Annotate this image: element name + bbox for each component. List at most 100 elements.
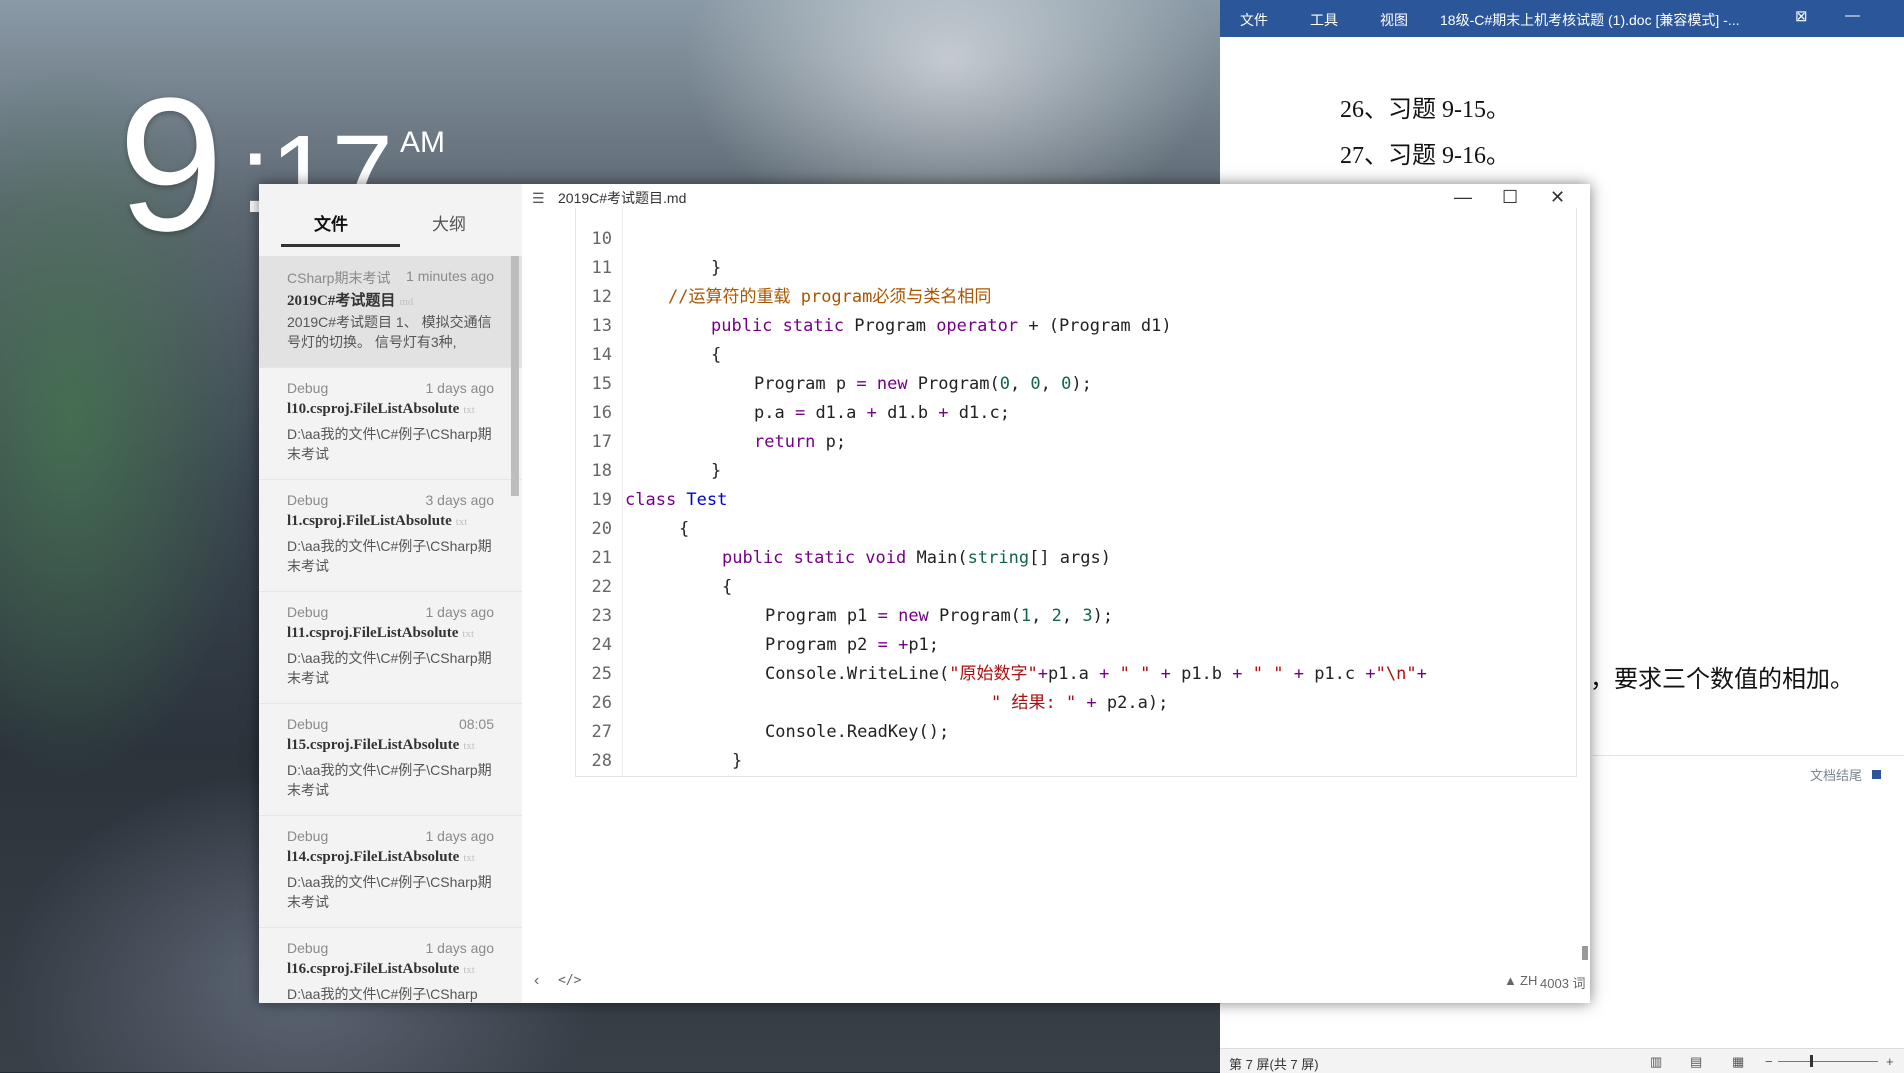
file-list-item[interactable]: Debug 1 days ago l16.csproj.FileListAbso… xyxy=(259,928,522,1003)
code-line: 20 public static void Main(string[] args… xyxy=(576,486,1111,568)
code-block[interactable]: 10 } 11 //运算符的重载 program必须与类名相同 12 publi… xyxy=(575,208,1577,777)
word-end-marker xyxy=(1872,770,1881,779)
read-view-icon[interactable]: ▥ xyxy=(1650,1054,1662,1070)
file-list-item[interactable]: Debug 08:05 l15.csproj.FileListAbsolute t… xyxy=(259,704,522,816)
editor-statusbar: ‹ </> ▲ ZH 4003 词 xyxy=(522,966,1590,996)
file-folder: Debug xyxy=(287,716,329,732)
file-list-item[interactable]: CSharp期末考试 1 minutes ago 2019C#考试题目 md 20… xyxy=(259,256,522,368)
word-window-title: 18级-C#期末上机考核试题 (1).doc [兼容模式] -... xyxy=(1440,12,1740,28)
page-view-icon[interactable]: ▤ xyxy=(1690,1054,1702,1070)
code-line: 17 } xyxy=(576,399,722,481)
file-time: 1 days ago xyxy=(425,940,495,956)
maximize-button[interactable]: ☐ xyxy=(1502,187,1518,208)
file-folder: Debug xyxy=(287,380,329,396)
file-name-text: l14.csproj.FileListAbsolute xyxy=(287,849,460,865)
file-time: 1 minutes ago xyxy=(406,268,494,284)
file-folder: Debug xyxy=(287,828,329,844)
word-tab-view[interactable]: 视图 xyxy=(1380,10,1408,30)
file-time: 1 days ago xyxy=(425,604,495,620)
file-name: l10.csproj.FileListAbsolute txt xyxy=(287,401,475,418)
zoom-out-icon[interactable]: − xyxy=(1765,1054,1773,1069)
word-statusbar: 第 7 屏(共 7 屏) ▥ ▤ ▦ − + xyxy=(1220,1048,1904,1073)
code-line: 10 } xyxy=(576,208,722,278)
code-line: 18 class Test xyxy=(576,428,728,510)
file-time: 08:05 xyxy=(458,716,494,732)
file-name-text: l16.csproj.FileListAbsolute xyxy=(287,961,460,977)
word-line-27: 27、习题 9-16。 xyxy=(1340,143,1510,169)
word-page-indicator: 第 7 屏(共 7 屏) xyxy=(1229,1057,1319,1072)
file-folder: CSharp期末考试 xyxy=(287,270,391,286)
minimize-icon[interactable]: — xyxy=(1845,7,1860,24)
file-list-item[interactable]: Debug 1 days ago l14.csproj.FileListAbso… xyxy=(259,816,522,928)
file-time: 1 days ago xyxy=(425,380,495,396)
menu-icon[interactable]: ☰ xyxy=(532,190,548,207)
code-line: 25 " 结果: " + p2.a); xyxy=(576,631,1169,713)
word-tab-tools[interactable]: 工具 xyxy=(1310,10,1338,30)
file-name: l14.csproj.FileListAbsolute txt xyxy=(287,849,475,866)
code-text: p.a = d1.a + d1.b + d1.c; xyxy=(754,403,1010,423)
file-name-text: l1.csproj.FileListAbsolute xyxy=(287,513,452,529)
tab-outline[interactable]: 大纲 xyxy=(432,210,466,235)
file-name: l15.csproj.FileListAbsolute txt xyxy=(287,737,475,754)
code-text: public static Program operator + (Progra… xyxy=(711,316,1172,336)
code-text: Console.ReadKey(); xyxy=(765,722,950,742)
file-ext: txt xyxy=(463,964,475,976)
code-text: { xyxy=(679,519,690,539)
file-excerpt: D:\aa我的文件\C#例子\CSharp期末考试 xyxy=(287,426,492,462)
file-ext: txt xyxy=(463,740,475,752)
warning-icon[interactable]: ▲ xyxy=(1504,973,1517,988)
code-text: return p; xyxy=(754,432,847,452)
web-view-icon[interactable]: ▦ xyxy=(1732,1054,1744,1070)
close-button[interactable]: ✕ xyxy=(1550,187,1565,208)
code-text: Program p2 = +p1; xyxy=(765,635,940,655)
word-tab-file[interactable]: 文件 xyxy=(1240,10,1268,30)
file-name-text: 2019C#考试题目 xyxy=(287,293,396,309)
file-ext: txt xyxy=(463,852,475,864)
file-list: CSharp期末考试 1 minutes ago 2019C#考试题目 md 20… xyxy=(259,256,522,1003)
restore-icon[interactable]: ⊠ xyxy=(1795,7,1808,25)
word-ribbon: 文件 工具 视图 18级-C#期末上机考核试题 (1).doc [兼容模式] -… xyxy=(1220,0,1904,37)
code-text: } xyxy=(732,751,743,771)
code-line: 29 } xyxy=(576,747,658,776)
minimize-button[interactable]: — xyxy=(1454,187,1472,208)
sidebar-scrollbar[interactable] xyxy=(511,256,519,496)
file-excerpt: D:\aa我的文件\C#例子\CSharp期末考试 xyxy=(287,874,492,910)
zoom-slider-track[interactable] xyxy=(1778,1061,1878,1062)
language-indicator[interactable]: ZH xyxy=(1520,973,1537,988)
zoom-slider-knob[interactable] xyxy=(1810,1055,1813,1067)
file-list-item[interactable]: Debug 1 days ago l11.csproj.FileListAbso… xyxy=(259,592,522,704)
file-ext: md xyxy=(399,296,414,308)
source-mode-button[interactable]: </> xyxy=(558,973,581,988)
file-name: l11.csproj.FileListAbsolute txt xyxy=(287,625,474,642)
file-ext: txt xyxy=(455,516,468,528)
word-line-partial: ，要求三个数值的相加。 xyxy=(1590,667,1854,693)
file-name: l16.csproj.FileListAbsolute txt xyxy=(287,961,475,978)
code-text: { xyxy=(722,577,733,597)
code-text: Program p1 = new Program(1, 2, 3); xyxy=(765,606,1114,626)
clock-ampm: AM xyxy=(400,126,445,159)
code-text: Console.WriteLine("原始数字"+p1.a + " " + p1… xyxy=(765,664,1427,684)
file-excerpt: D:\aa我的文件\C#例子\CSharp期末考试 xyxy=(287,762,492,798)
code-text: { xyxy=(711,345,722,365)
word-count[interactable]: 4003 词 xyxy=(1540,973,1586,992)
file-excerpt: 2019C#考试题目 1、 模拟交通信号灯的切换。 信号灯有3种, xyxy=(287,314,492,350)
code-line: 27 } xyxy=(576,689,743,771)
file-list-item[interactable]: Debug 3 days ago l1.csproj.FileListAbsol… xyxy=(259,480,522,592)
code-line: 22 Program p1 = new Program(1, 2, 3); xyxy=(576,544,1114,626)
editor-scrollbar[interactable] xyxy=(1582,946,1588,960)
file-folder: Debug xyxy=(287,604,329,620)
code-line: 15 p.a = d1.a + d1.b + d1.c; xyxy=(576,341,1010,423)
toggle-sidebar-button[interactable]: ‹ xyxy=(534,972,539,990)
code-line: 14 Program p = new Program(0, 0, 0); xyxy=(576,312,1092,394)
zoom-in-icon[interactable]: + xyxy=(1886,1054,1894,1069)
file-list-item[interactable]: Debug 1 days ago l10.csproj.FileListAbso… xyxy=(259,368,522,480)
code-line: 23 Program p2 = +p1; xyxy=(576,573,940,655)
code-text: } xyxy=(711,461,722,481)
code-line: 19 { xyxy=(576,457,690,539)
tab-files[interactable]: 文件 xyxy=(314,210,348,235)
word-line-26: 26、习题 9-15。 xyxy=(1340,97,1510,123)
code-line: 21 { xyxy=(576,515,733,597)
code-line: 12 public static Program operator + (Pro… xyxy=(576,254,1172,336)
document-title: 2019C#考试题目.md xyxy=(558,190,687,206)
sidebar-tabs: 文件 大纲 xyxy=(259,184,522,252)
